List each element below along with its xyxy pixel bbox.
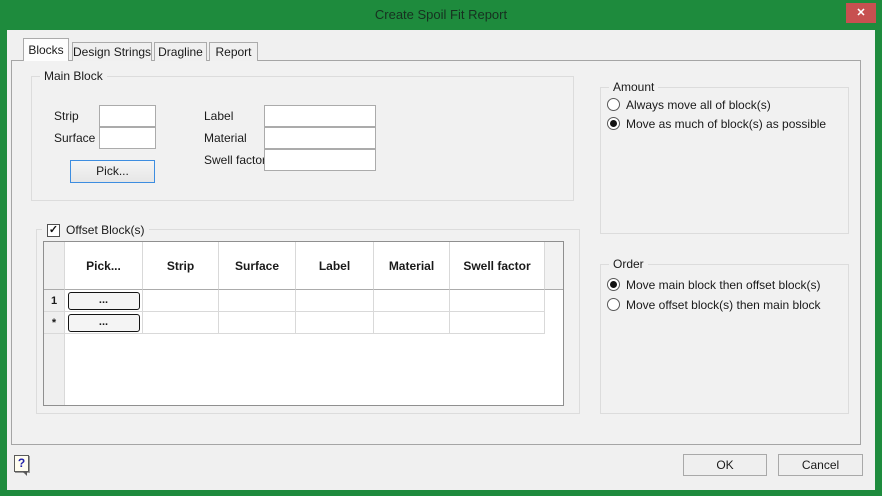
tab-design-strings[interactable]: Design Strings bbox=[72, 42, 152, 61]
cell-material[interactable] bbox=[374, 290, 450, 312]
row-header[interactable]: * bbox=[44, 312, 65, 334]
amount-group: Amount Always move all of block(s) Move … bbox=[600, 87, 849, 234]
radio-label: Always move all of block(s) bbox=[626, 98, 771, 112]
radio-always-move-all[interactable]: Always move all of block(s) bbox=[607, 97, 771, 112]
cell-strip[interactable] bbox=[143, 312, 219, 334]
radio-offset-then-main[interactable]: Move offset block(s) then main block bbox=[607, 297, 821, 312]
cell-strip[interactable] bbox=[143, 290, 219, 312]
radio-label: Move offset block(s) then main block bbox=[626, 298, 821, 312]
table-empty-area bbox=[65, 334, 563, 405]
dialog-content: Blocks Design Strings Dragline Report Ma… bbox=[7, 30, 875, 490]
order-group: Order Move main block then offset block(… bbox=[600, 264, 849, 414]
question-mark-glyph: ? bbox=[18, 456, 25, 470]
radio-move-as-much-as-possible[interactable]: Move as much of block(s) as possible bbox=[607, 116, 826, 131]
radio-selected-icon bbox=[607, 278, 620, 291]
row-header-filler bbox=[44, 334, 65, 405]
table-corner-cell bbox=[44, 242, 65, 290]
amount-group-title: Amount bbox=[609, 80, 658, 94]
label-input[interactable] bbox=[264, 105, 376, 127]
tab-blocks[interactable]: Blocks bbox=[23, 38, 69, 61]
order-group-title: Order bbox=[609, 257, 648, 271]
close-icon: ✕ bbox=[856, 7, 865, 19]
cell-surface[interactable] bbox=[219, 312, 296, 334]
cell-label[interactable] bbox=[296, 290, 374, 312]
radio-selected-icon bbox=[607, 117, 620, 130]
surface-input[interactable] bbox=[99, 127, 156, 149]
column-header-strip[interactable]: Strip bbox=[143, 242, 219, 290]
swell-factor-label: Swell factor bbox=[204, 149, 266, 171]
pick-main-block-button[interactable]: Pick... bbox=[70, 160, 155, 183]
offset-blocks-checkbox[interactable]: ✓ bbox=[47, 224, 60, 237]
cell-swell-factor[interactable] bbox=[450, 290, 545, 312]
tab-report[interactable]: Report bbox=[209, 42, 258, 61]
ok-button[interactable]: OK bbox=[683, 454, 767, 476]
radio-main-then-offset[interactable]: Move main block then offset block(s) bbox=[607, 277, 821, 292]
tab-dragline[interactable]: Dragline bbox=[154, 42, 207, 61]
row1-pick-button[interactable]: ... bbox=[68, 292, 140, 310]
column-header-label[interactable]: Label bbox=[296, 242, 374, 290]
cancel-button[interactable]: Cancel bbox=[778, 454, 863, 476]
swell-factor-input[interactable] bbox=[264, 149, 376, 171]
offset-blocks-group: ✓ Offset Block(s) Pick... Strip Surface … bbox=[36, 229, 580, 414]
cell-swell-factor[interactable] bbox=[450, 312, 545, 334]
surface-label: Surface bbox=[54, 127, 95, 149]
window-title: Create Spoil Fit Report bbox=[0, 7, 882, 22]
table-row-pick-cell: ... bbox=[65, 312, 143, 334]
radio-icon bbox=[607, 98, 620, 111]
cell-label[interactable] bbox=[296, 312, 374, 334]
column-header-material[interactable]: Material bbox=[374, 242, 450, 290]
new-row-pick-button[interactable]: ... bbox=[68, 314, 140, 332]
row-filler bbox=[545, 290, 563, 312]
dialog-create-spoil-fit-report: Create Spoil Fit Report ✕ Blocks Design … bbox=[0, 0, 882, 496]
close-button[interactable]: ✕ bbox=[846, 3, 876, 23]
cell-surface[interactable] bbox=[219, 290, 296, 312]
strip-label: Strip bbox=[54, 105, 79, 127]
help-icon[interactable]: ? bbox=[14, 455, 29, 472]
main-block-group-title: Main Block bbox=[40, 69, 107, 83]
offset-blocks-checkbox-label: Offset Block(s) bbox=[66, 223, 144, 237]
titlebar[interactable]: Create Spoil Fit Report ✕ bbox=[0, 0, 882, 30]
radio-label: Move as much of block(s) as possible bbox=[626, 117, 826, 131]
column-header-swell-factor[interactable]: Swell factor bbox=[450, 242, 545, 290]
main-block-group: Main Block Strip Surface Label Material … bbox=[31, 76, 574, 201]
checkmark-icon: ✓ bbox=[49, 224, 58, 236]
strip-input[interactable] bbox=[99, 105, 156, 127]
material-input[interactable] bbox=[264, 127, 376, 149]
radio-icon bbox=[607, 298, 620, 311]
radio-label: Move main block then offset block(s) bbox=[626, 278, 821, 292]
cell-material[interactable] bbox=[374, 312, 450, 334]
tab-page-blocks: Main Block Strip Surface Label Material … bbox=[11, 60, 861, 445]
table-row-pick-cell: ... bbox=[65, 290, 143, 312]
column-header-filler bbox=[545, 242, 563, 290]
offset-blocks-caption: ✓ Offset Block(s) bbox=[42, 223, 149, 237]
material-label: Material bbox=[204, 127, 247, 149]
row-header[interactable]: 1 bbox=[44, 290, 65, 312]
label-label: Label bbox=[204, 105, 233, 127]
offset-blocks-table: Pick... Strip Surface Label Material Swe… bbox=[43, 241, 564, 406]
column-header-surface[interactable]: Surface bbox=[219, 242, 296, 290]
column-header-pick[interactable]: Pick... bbox=[65, 242, 143, 290]
row-filler bbox=[545, 312, 563, 334]
